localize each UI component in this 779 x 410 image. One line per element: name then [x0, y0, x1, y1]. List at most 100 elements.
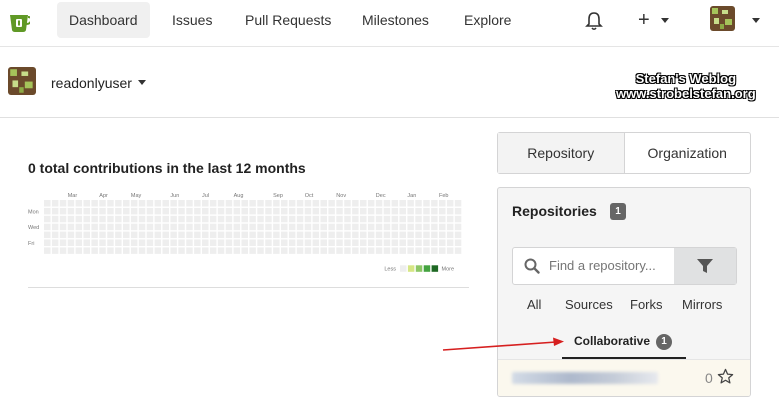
heatmap-cell[interactable] [115, 247, 122, 254]
heatmap-cell[interactable] [344, 239, 351, 247]
heatmap-cell[interactable] [360, 215, 367, 223]
heatmap-cell[interactable] [202, 223, 209, 231]
heatmap-cell[interactable] [320, 231, 328, 239]
heatmap-cell[interactable] [367, 215, 375, 223]
heatmap-cell[interactable] [91, 231, 98, 239]
heatmap-cell[interactable] [194, 215, 201, 223]
tab-repository[interactable]: Repository [498, 133, 625, 173]
heatmap-cell[interactable] [123, 215, 130, 223]
heatmap-cell[interactable] [186, 231, 193, 239]
heatmap-cell[interactable] [83, 207, 91, 215]
heatmap-cell[interactable] [273, 239, 280, 247]
heatmap-cell[interactable] [281, 215, 288, 223]
heatmap-cell[interactable] [241, 207, 249, 215]
heatmap-cell[interactable] [107, 231, 114, 239]
heatmap-cell[interactable] [431, 200, 438, 207]
heatmap-cell[interactable] [415, 247, 422, 254]
heatmap-cell[interactable] [146, 215, 154, 223]
heatmap-cell[interactable] [399, 215, 407, 223]
heatmap-cell[interactable] [154, 200, 162, 207]
heatmap-cell[interactable] [454, 200, 462, 207]
heatmap-cell[interactable] [170, 200, 177, 207]
heatmap-cell[interactable] [249, 215, 256, 223]
heatmap-cell[interactable] [225, 200, 233, 207]
heatmap-cell[interactable] [130, 239, 138, 247]
heatmap-cell[interactable] [399, 207, 407, 215]
heatmap-cell[interactable] [217, 215, 225, 223]
heatmap-cell[interactable] [178, 200, 185, 207]
heatmap-cell[interactable] [304, 223, 312, 231]
heatmap-cell[interactable] [130, 215, 138, 223]
heatmap-cell[interactable] [217, 223, 225, 231]
heatmap-cell[interactable] [241, 200, 249, 207]
nav-pull-requests[interactable]: Pull Requests [233, 2, 343, 38]
heatmap-cell[interactable] [454, 239, 462, 247]
heatmap-cell[interactable] [320, 200, 328, 207]
heatmap-cell[interactable] [415, 223, 422, 231]
heatmap-cell[interactable] [273, 207, 280, 215]
heatmap-cell[interactable] [352, 215, 359, 223]
heatmap-cell[interactable] [375, 247, 383, 254]
heatmap-cell[interactable] [170, 207, 177, 215]
heatmap-cell[interactable] [273, 215, 280, 223]
heatmap-cell[interactable] [217, 247, 225, 254]
heatmap-cell[interactable] [59, 215, 67, 223]
heatmap-cell[interactable] [375, 215, 383, 223]
heatmap-cell[interactable] [265, 231, 272, 239]
heatmap-cell[interactable] [454, 223, 462, 231]
heatmap-cell[interactable] [265, 207, 272, 215]
heatmap-cell[interactable] [423, 239, 430, 247]
heatmap-cell[interactable] [383, 223, 391, 231]
heatmap-cell[interactable] [83, 231, 91, 239]
avatar[interactable] [8, 67, 36, 95]
heatmap-cell[interactable] [194, 239, 201, 247]
heatmap-cell[interactable] [257, 223, 264, 231]
heatmap-cell[interactable] [107, 223, 114, 231]
heatmap-cell[interactable] [194, 207, 201, 215]
heatmap-cell[interactable] [328, 200, 335, 207]
heatmap-cell[interactable] [51, 215, 59, 223]
heatmap-cell[interactable] [138, 231, 146, 239]
heatmap-cell[interactable] [202, 215, 209, 223]
heatmap-cell[interactable] [439, 239, 446, 247]
filter-collaborative[interactable]: Collaborative 1 [562, 325, 686, 359]
heatmap-cell[interactable] [367, 231, 375, 239]
heatmap-cell[interactable] [186, 200, 193, 207]
heatmap-cell[interactable] [383, 247, 391, 254]
heatmap-cell[interactable] [225, 207, 233, 215]
heatmap-cell[interactable] [154, 223, 162, 231]
heatmap-cell[interactable] [202, 207, 209, 215]
heatmap-cell[interactable] [273, 247, 280, 254]
heatmap-cell[interactable] [446, 207, 454, 215]
heatmap-cell[interactable] [99, 231, 106, 239]
heatmap-cell[interactable] [83, 223, 91, 231]
heatmap-cell[interactable] [146, 223, 154, 231]
heatmap-cell[interactable] [352, 200, 359, 207]
heatmap-cell[interactable] [194, 231, 201, 239]
heatmap-cell[interactable] [75, 207, 83, 215]
heatmap-cell[interactable] [344, 223, 351, 231]
heatmap-cell[interactable] [399, 200, 407, 207]
heatmap-cell[interactable] [249, 200, 256, 207]
heatmap-cell[interactable] [415, 207, 422, 215]
heatmap-cell[interactable] [138, 207, 146, 215]
heatmap-cell[interactable] [138, 200, 146, 207]
heatmap-cell[interactable] [99, 215, 106, 223]
heatmap-cell[interactable] [115, 200, 122, 207]
heatmap-cell[interactable] [186, 223, 193, 231]
heatmap-cell[interactable] [107, 200, 114, 207]
heatmap-cell[interactable] [257, 207, 264, 215]
filter-button[interactable] [674, 248, 736, 284]
heatmap-cell[interactable] [375, 239, 383, 247]
context-user-switcher[interactable]: readonlyuser [51, 75, 132, 91]
heatmap-cell[interactable] [217, 200, 225, 207]
heatmap-cell[interactable] [154, 239, 162, 247]
heatmap-cell[interactable] [138, 247, 146, 254]
heatmap-cell[interactable] [265, 215, 272, 223]
heatmap-cell[interactable] [146, 200, 154, 207]
heatmap-cell[interactable] [91, 215, 98, 223]
heatmap-cell[interactable] [75, 247, 83, 254]
chevron-down-icon[interactable] [138, 80, 146, 85]
heatmap-cell[interactable] [130, 200, 138, 207]
heatmap-cell[interactable] [51, 223, 59, 231]
